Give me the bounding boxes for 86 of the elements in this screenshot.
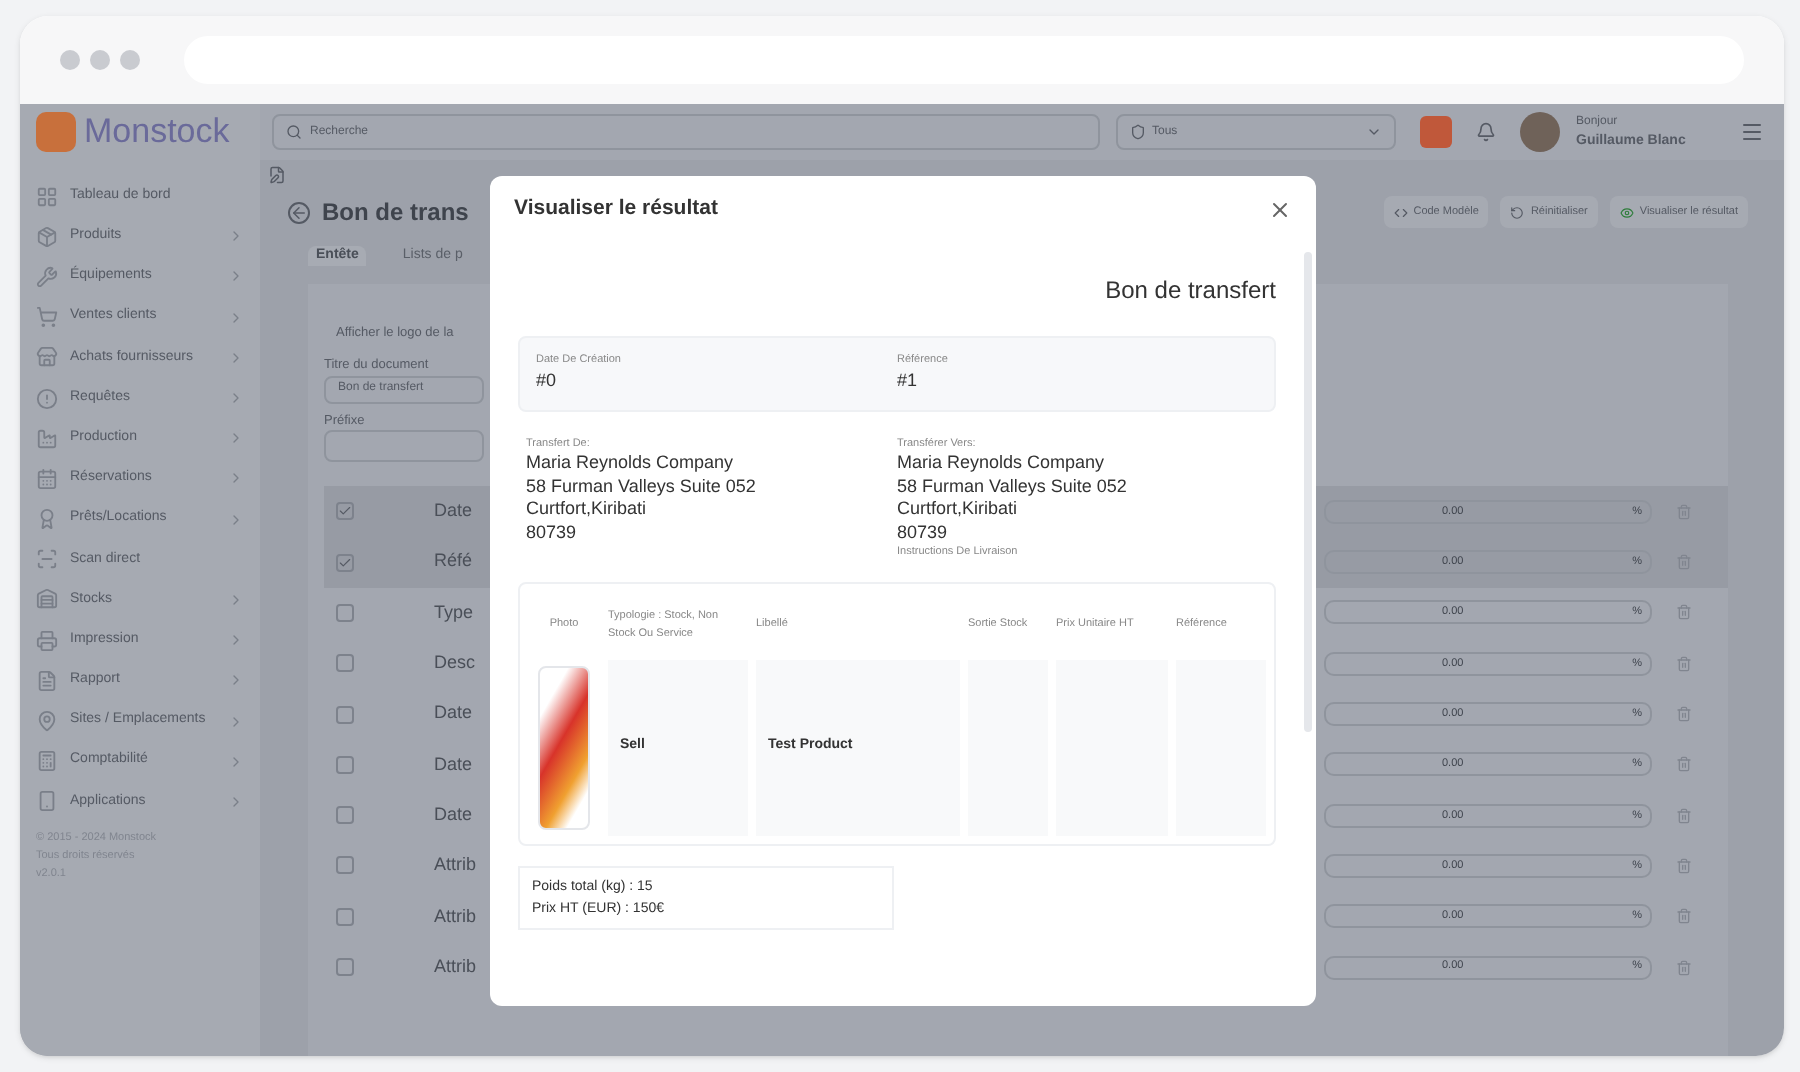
button-icon (1619, 205, 1634, 219)
search-icon (286, 124, 302, 140)
checkbox[interactable] (336, 806, 354, 825)
menu-item-icon (36, 588, 58, 611)
checkbox[interactable] (336, 705, 354, 724)
app-icon[interactable] (1420, 116, 1452, 148)
row-label: Date (434, 801, 473, 828)
menu-item-icon (36, 427, 58, 450)
button-icon (1510, 205, 1525, 219)
checkbox[interactable] (336, 755, 354, 774)
checkbox[interactable] (336, 907, 354, 926)
logo-icon (36, 112, 76, 152)
checkbox[interactable] (336, 856, 354, 875)
avatar (1520, 112, 1560, 152)
address-line: Curtfort,Kiribati (526, 498, 649, 522)
bell-icon[interactable] (1476, 122, 1496, 142)
menu-icon[interactable] (1740, 120, 1764, 144)
address-line: 80739 (526, 521, 579, 545)
menu-item-icon (36, 225, 58, 248)
menu-item-icon (36, 265, 58, 288)
info-value: #1 (897, 368, 920, 395)
checkbox[interactable] (336, 958, 354, 977)
document-title: Bon de transfert (1105, 274, 1276, 308)
row-label: Attrib (434, 953, 477, 980)
menu-item-icon (36, 467, 58, 490)
menu-item-icon (36, 710, 58, 733)
address-line: 58 Furman Valleys Suite 052 (526, 475, 758, 499)
row-label: Attrib (434, 903, 477, 930)
edit-icon[interactable] (268, 166, 286, 184)
trash-icon[interactable] (1676, 908, 1692, 925)
info-value: #0 (536, 368, 559, 395)
page-title: Bon de trans (322, 196, 469, 230)
checkbox[interactable] (336, 603, 354, 622)
menu-item-icon (36, 185, 58, 208)
row-label: Date (434, 700, 473, 727)
address-line: 80739 (897, 521, 950, 545)
address-line: Maria Reynolds Company (897, 452, 1107, 476)
address-line: 58 Furman Valleys Suite 052 (897, 475, 1129, 499)
row-label: Type (434, 599, 474, 626)
checkbox[interactable] (336, 553, 354, 572)
menu-item-icon (36, 346, 58, 369)
caret-icon (1366, 124, 1382, 140)
row-label: Date (434, 751, 473, 778)
chevron-icon (228, 390, 244, 407)
row-label: Desc (434, 650, 476, 677)
chevron-icon (228, 793, 244, 810)
menu-item-icon (36, 387, 58, 410)
trash-icon[interactable] (1676, 807, 1692, 824)
row-label: Attrib (434, 852, 477, 879)
chevron-icon (228, 713, 244, 730)
chevron-icon (228, 672, 244, 689)
chevron-icon (228, 753, 244, 770)
chevron-icon (228, 228, 244, 245)
row-label: Réfé (434, 548, 473, 575)
close-icon[interactable] (1268, 198, 1292, 222)
menu-item-icon (36, 508, 58, 531)
trash-icon[interactable] (1676, 706, 1692, 723)
back-icon[interactable] (288, 201, 310, 223)
menu-item-icon (36, 629, 58, 652)
menu-item-icon (36, 306, 58, 329)
address-line: Maria Reynolds Company (526, 452, 736, 476)
button-icon (1393, 205, 1408, 219)
chevron-icon (228, 430, 244, 447)
chevron-icon (228, 349, 244, 366)
menu-item-icon (36, 750, 58, 773)
shield-icon (1130, 124, 1146, 140)
chevron-icon (228, 309, 244, 326)
chevron-icon (228, 268, 244, 285)
brand-name: Monstock (84, 110, 230, 155)
checkbox[interactable] (336, 502, 354, 521)
address-line: Curtfort,Kiribati (897, 498, 1020, 522)
checkbox[interactable] (336, 654, 354, 673)
trash-icon[interactable] (1676, 959, 1692, 976)
menu-item-icon (36, 790, 58, 813)
chevron-icon (228, 591, 244, 608)
trash-icon[interactable] (1676, 604, 1692, 621)
menu-item-icon (36, 669, 58, 692)
chevron-icon (228, 632, 244, 649)
trash-icon[interactable] (1676, 857, 1692, 874)
trash-icon[interactable] (1676, 655, 1692, 672)
dialog-title: Visualiser le résultat (514, 194, 720, 225)
row-label: Date (434, 498, 473, 525)
menu-item-icon (36, 548, 58, 571)
chevron-icon (228, 470, 244, 487)
trash-icon[interactable] (1676, 756, 1692, 773)
chevron-icon (228, 511, 244, 528)
